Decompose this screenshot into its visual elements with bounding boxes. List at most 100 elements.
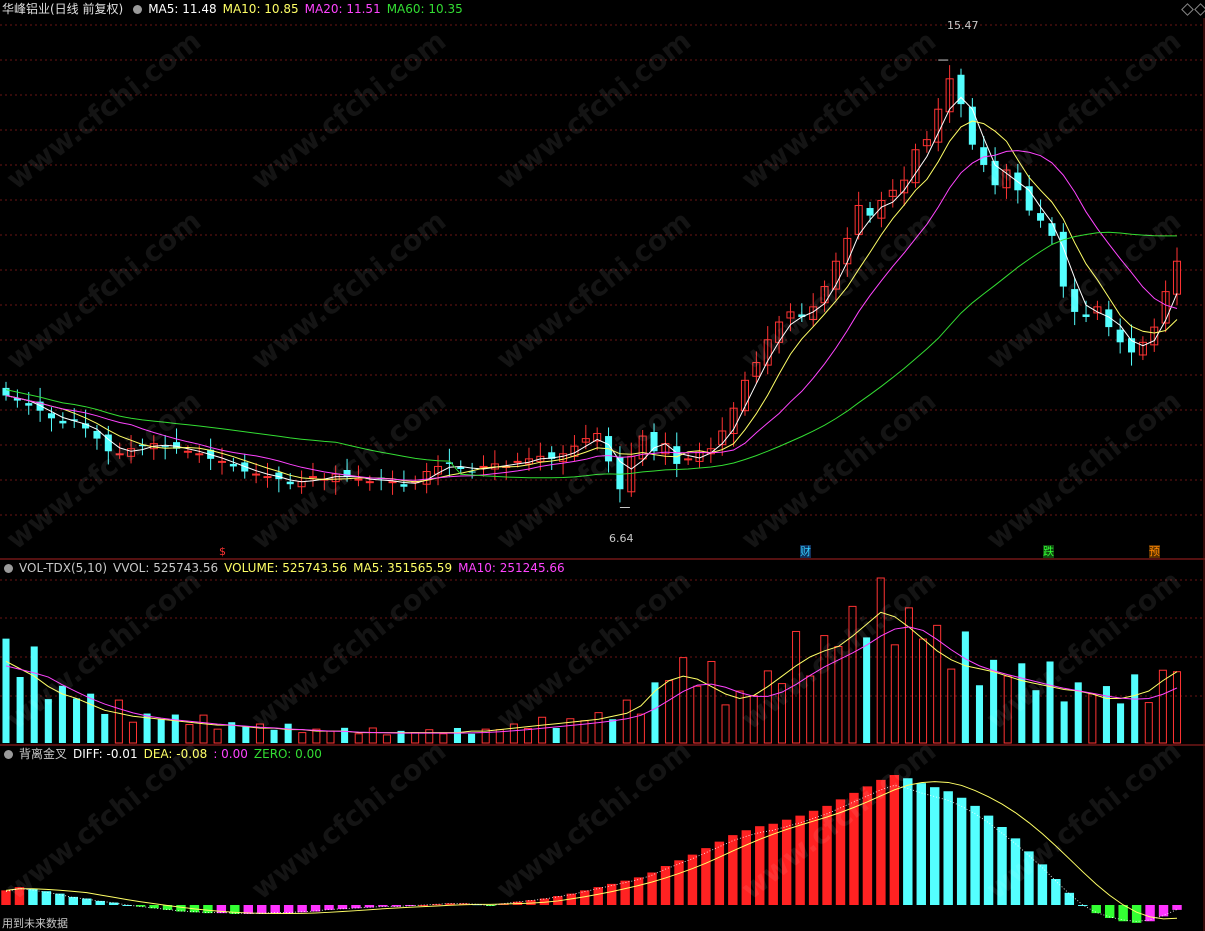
volume-bar-up xyxy=(114,699,123,744)
candle-down xyxy=(673,446,681,464)
macd-bar xyxy=(1010,838,1021,905)
macd-bar xyxy=(822,805,832,905)
macd-bar xyxy=(660,866,671,905)
volume-bar-up xyxy=(1088,693,1097,744)
macd-bar xyxy=(14,887,25,905)
volume-bar-up xyxy=(721,704,730,744)
macd-bar xyxy=(364,905,375,908)
candle-down xyxy=(968,106,976,145)
settings-dot-icon[interactable] xyxy=(4,750,13,759)
volume-bar-up xyxy=(411,732,420,744)
volume-bar-down xyxy=(171,714,179,743)
event-marker-fall[interactable]: 跌 xyxy=(1043,545,1054,558)
macd-bar xyxy=(391,905,402,907)
volume-bar-down xyxy=(157,719,165,743)
macd-indicator-name[interactable]: 背离金叉 xyxy=(19,747,67,761)
macd-bar xyxy=(647,872,657,905)
candle-down xyxy=(59,420,67,424)
macd-header: 背离金叉 DIFF: -0.01 DEA: -0.08: 0.00 ZERO: 0.0… xyxy=(0,745,1205,763)
event-marker-forecast[interactable]: 预 xyxy=(1149,545,1160,558)
candle-down xyxy=(866,208,874,216)
volume-bar-down xyxy=(242,726,250,743)
volume-bar-down xyxy=(468,733,476,743)
candle-down xyxy=(1082,314,1090,317)
volume-bar-down xyxy=(101,713,109,743)
macd-bar xyxy=(149,905,159,909)
macd-bar xyxy=(324,905,334,910)
settings-dot-icon[interactable] xyxy=(4,564,13,573)
macd-bar xyxy=(203,905,213,914)
candle-up xyxy=(195,453,204,456)
volume-bar-down xyxy=(975,685,984,743)
volume-bar-up xyxy=(298,732,307,744)
volume-bar-down xyxy=(1046,661,1054,743)
volume-bar-up xyxy=(848,605,857,744)
volume-bar-up xyxy=(1172,671,1182,744)
volume-indicator-name[interactable]: VOL-TDX(5,10) xyxy=(19,561,107,575)
macd-bar xyxy=(943,791,953,905)
volume-bar-down xyxy=(73,698,81,743)
volume-bar-down xyxy=(552,727,560,743)
volume-bar-down xyxy=(87,693,95,743)
macd-bar xyxy=(633,877,644,905)
volume-bar-up xyxy=(128,721,138,744)
macd-bar xyxy=(606,883,617,905)
volume-bar-up xyxy=(622,699,631,744)
volume-bar-down xyxy=(270,729,278,743)
volume-bar-up xyxy=(185,724,194,744)
macd-bar xyxy=(970,805,980,905)
volume-bar-down xyxy=(609,719,617,743)
volume-header: VOL-TDX(5,10) VVOL: 525743.56 VOLUME: 5257… xyxy=(0,559,1205,577)
candle-up xyxy=(183,450,192,453)
volume-bar-down xyxy=(44,699,52,743)
macd-bar xyxy=(808,810,819,905)
macd-bar xyxy=(862,786,873,905)
macd-bar xyxy=(781,819,792,905)
volume-bar-down xyxy=(1018,663,1026,743)
macd-bar xyxy=(108,902,119,905)
event-marker-finance[interactable]: 财 xyxy=(800,545,811,558)
volume-bar-up xyxy=(707,660,716,744)
candle-down xyxy=(286,481,294,485)
macd-bar xyxy=(82,898,92,905)
vol-ma5-label: MA5: 351565.59 xyxy=(353,561,453,575)
event-marker-dollar[interactable]: $ xyxy=(219,545,226,558)
volume-bar-up xyxy=(368,727,377,744)
volume-bar-up xyxy=(594,712,603,744)
candle-down xyxy=(47,413,56,419)
candle-down xyxy=(1116,329,1124,343)
volume-bar-up xyxy=(509,723,518,744)
candle-up xyxy=(388,481,397,484)
candle-up xyxy=(252,473,261,476)
volume-bar-down xyxy=(1102,686,1110,743)
candle-up xyxy=(354,478,363,481)
volume-bar-up xyxy=(425,729,434,744)
ma60-line xyxy=(5,231,1177,479)
macd-bar xyxy=(176,905,186,912)
macd-bar xyxy=(1091,905,1101,914)
volume-bar-up xyxy=(806,675,815,744)
macd-bar xyxy=(795,815,805,905)
volume-bar-down xyxy=(1131,674,1139,743)
macd-bar xyxy=(687,854,698,905)
volume-bar-up xyxy=(679,657,688,744)
macd-bar xyxy=(876,779,886,905)
volume-bar-down xyxy=(961,631,969,743)
macd-bar xyxy=(257,905,267,914)
macd-bar xyxy=(351,905,361,909)
footer-note: 用到未来数据 xyxy=(2,917,68,930)
macd-bar xyxy=(95,900,105,905)
volume-bar-down xyxy=(16,677,24,743)
macd-bar xyxy=(903,778,913,905)
volume-bar-down xyxy=(1060,701,1068,743)
macd-bar xyxy=(983,815,994,905)
volume-bar-up xyxy=(947,668,956,744)
macd-bar xyxy=(418,905,428,906)
volume-bar-up xyxy=(876,577,885,744)
macd-bar xyxy=(1064,892,1075,905)
volume-bar-up xyxy=(326,730,335,744)
macd-bar xyxy=(1024,851,1034,905)
volume-bar-up xyxy=(1144,702,1153,744)
volume-bar-up xyxy=(890,644,899,744)
volume-bar-down xyxy=(1032,690,1040,743)
